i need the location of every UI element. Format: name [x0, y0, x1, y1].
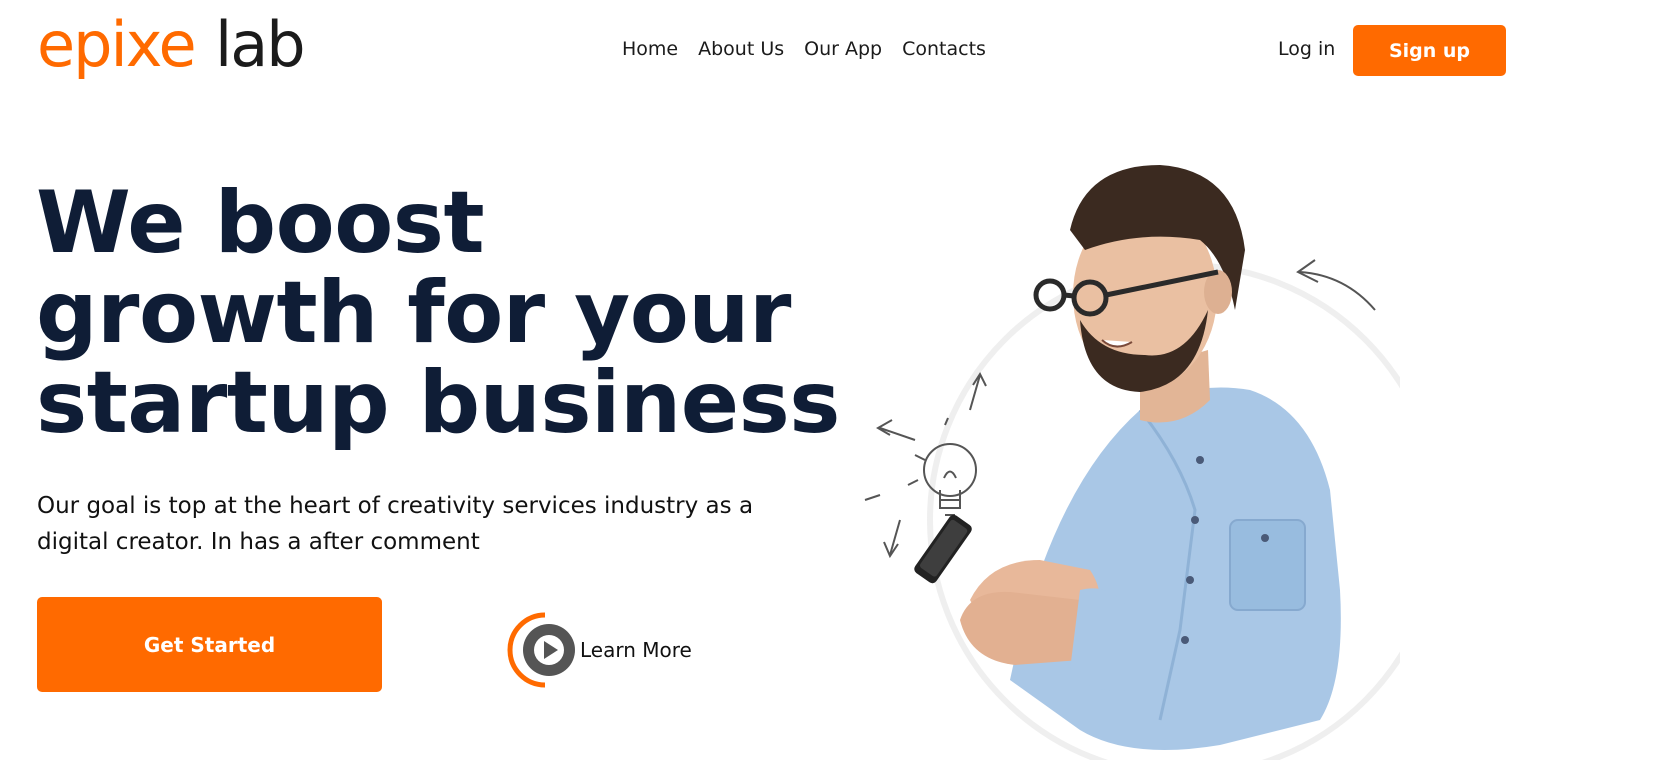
nav-item-contacts[interactable]: Contacts: [902, 38, 986, 60]
headline-line-1: We boost: [36, 173, 485, 273]
epixelab-logo[interactable]: epixe lab: [37, 14, 347, 84]
hero-headline: We boost growth for your startup busines…: [36, 173, 840, 453]
headline-line-3: startup business: [36, 353, 840, 453]
nav-item-about-us[interactable]: About Us: [698, 38, 784, 60]
login-link[interactable]: Log in: [1278, 38, 1335, 60]
logo-text-orange: epixe: [37, 14, 195, 81]
main-nav: Home About Us Our App Contacts: [622, 38, 986, 60]
hero-subtext: Our goal is top at the heart of creativi…: [37, 493, 754, 555]
get-started-button[interactable]: Get Started: [37, 597, 382, 692]
hero-illustration: [864, 165, 1400, 760]
nav-item-our-app[interactable]: Our App: [804, 38, 882, 60]
signup-button[interactable]: Sign up: [1353, 25, 1506, 76]
headline-line-2: growth for your: [36, 263, 791, 363]
learn-more-button[interactable]: Learn More: [506, 611, 692, 689]
play-icon[interactable]: [506, 611, 584, 689]
nav-item-home[interactable]: Home: [622, 38, 678, 60]
logo-text-dark: lab: [215, 14, 304, 81]
learn-more-label: Learn More: [580, 638, 692, 662]
